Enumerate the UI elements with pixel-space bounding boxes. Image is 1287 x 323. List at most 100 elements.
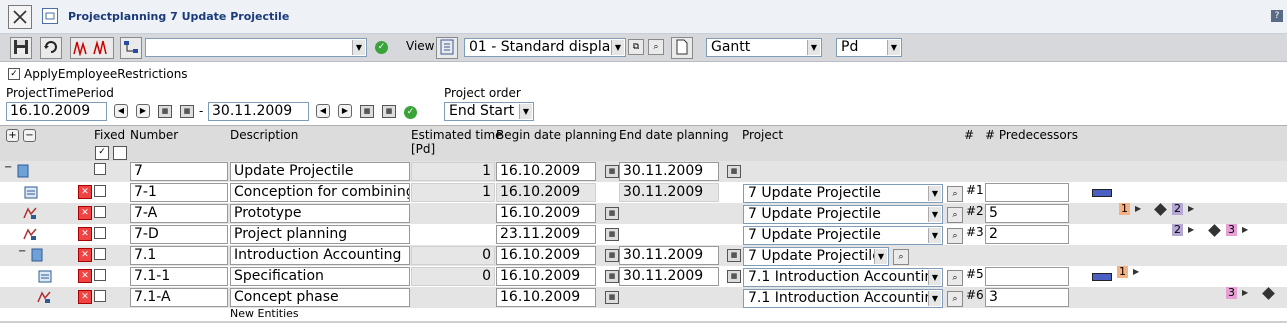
col-estimated-time[interactable]: Estimated time — [411, 128, 503, 142]
delete-icon[interactable]: ✕ — [78, 290, 92, 304]
predecessors-field[interactable]: 5 — [985, 204, 1069, 223]
col-predecessors[interactable]: # Predecessors — [985, 128, 1078, 142]
number-field[interactable]: 7.1-A — [130, 288, 228, 307]
project-select[interactable]: 7.1 Introduction Accounting ▼ — [743, 268, 943, 287]
fixed-checkbox[interactable] — [94, 227, 106, 239]
collapse-all-icon[interactable]: − — [23, 129, 36, 142]
apply-restrictions-checkbox[interactable]: ✓ — [8, 68, 20, 80]
gantt-milestone[interactable] — [1208, 224, 1221, 237]
col-begin-date[interactable]: Begin date planning — [496, 128, 617, 142]
collapse-icon[interactable]: − — [18, 246, 26, 257]
calendar-icon[interactable]: ▦ — [605, 207, 619, 220]
calendar-icon[interactable]: ▦ — [727, 249, 741, 262]
link-tasks-icon[interactable] — [120, 37, 142, 59]
copy-view-icon[interactable]: ⧉ — [628, 39, 644, 55]
begin-date-field[interactable]: 16.10.2009 — [496, 204, 596, 223]
project-select[interactable]: 7.1 Introduction Accounting ▼ — [743, 289, 943, 308]
period-from-input[interactable]: 16.10.2009 — [6, 102, 107, 121]
begin-date-field[interactable]: 16.10.2009 — [496, 246, 596, 265]
refresh-icon[interactable] — [40, 37, 62, 59]
calendar-icon[interactable]: ▦ — [360, 105, 374, 118]
begin-date-field[interactable]: 23.11.2009 — [496, 225, 596, 244]
gantt-milestone[interactable] — [1262, 287, 1275, 300]
col-description[interactable]: Description — [230, 128, 298, 142]
predecessors-field[interactable] — [985, 183, 1069, 202]
delete-icon[interactable]: ✕ — [78, 185, 92, 199]
fixed-all-checkbox[interactable]: ✓ — [95, 146, 109, 160]
expand-all-icon[interactable]: + — [6, 129, 19, 142]
help-icon[interactable]: ? — [1271, 10, 1283, 22]
search-view-icon[interactable]: ⌕ — [648, 39, 664, 55]
capacity-chart-icon[interactable] — [70, 37, 114, 59]
description-field[interactable]: Conception for combining P — [230, 183, 410, 202]
unit-select[interactable]: Pd ▼ — [836, 38, 902, 57]
number-field[interactable]: 7.1 — [130, 246, 228, 265]
collapse-icon[interactable]: − — [4, 162, 12, 173]
col-end-date[interactable]: End date planning — [619, 128, 729, 142]
prev-date-icon[interactable]: ◀ — [316, 104, 330, 118]
col-project[interactable]: Project — [742, 128, 783, 142]
fixed-checkbox[interactable] — [94, 248, 106, 260]
gantt-milestone[interactable] — [1154, 203, 1167, 216]
calendar-icon[interactable]: ▦ — [727, 165, 741, 178]
order-select[interactable]: End Start ▼ — [444, 102, 534, 121]
calendar-icon[interactable]: ▦ — [727, 270, 741, 283]
calendar-icon[interactable]: ▦ — [158, 105, 172, 118]
end-date-field[interactable]: 30.11.2009 — [619, 162, 719, 181]
next-date-icon[interactable]: ▶ — [136, 104, 150, 118]
description-field[interactable]: Prototype — [230, 204, 410, 223]
filter-select[interactable]: ▼ — [145, 38, 367, 57]
new-entities-label[interactable]: New Entities — [230, 307, 299, 320]
calendar-icon[interactable]: ▦ — [605, 249, 619, 262]
period-to-input[interactable]: 30.11.2009 — [208, 102, 309, 121]
calendar-range-icon[interactable]: ▦ — [180, 105, 194, 118]
fixed-checkbox[interactable] — [94, 206, 106, 218]
apply-period-icon[interactable]: ✓ — [404, 106, 417, 119]
search-icon[interactable]: ⌕ — [947, 207, 963, 223]
description-field[interactable]: Introduction Accounting — [230, 246, 410, 265]
fixed-checkbox[interactable] — [94, 290, 106, 302]
delete-icon[interactable]: ✕ — [78, 227, 92, 241]
description-field[interactable]: Project planning — [230, 225, 410, 244]
description-field[interactable]: Update Projectile — [230, 162, 410, 181]
prev-date-icon[interactable]: ◀ — [114, 104, 128, 118]
project-select[interactable]: 7 Update Projectile ▼ — [743, 184, 943, 203]
end-date-field[interactable]: 30.11.2009 — [619, 267, 719, 286]
delete-icon[interactable]: ✕ — [78, 248, 92, 262]
gantt-bar[interactable] — [1092, 273, 1112, 281]
number-field[interactable]: 7.1-1 — [130, 267, 228, 286]
apply-filter-icon[interactable]: ✓ — [375, 41, 388, 54]
delete-icon[interactable]: ✕ — [78, 269, 92, 283]
fixed-checkbox[interactable] — [94, 269, 106, 281]
end-date-field[interactable]: 30.11.2009 — [619, 246, 719, 265]
display-mode-select[interactable]: Gantt ▼ — [706, 38, 822, 57]
predecessors-field[interactable]: 3 — [985, 288, 1069, 307]
fixed-none-checkbox[interactable] — [113, 146, 127, 160]
predecessors-field[interactable]: 2 — [985, 225, 1069, 244]
search-icon[interactable]: ⌕ — [893, 249, 909, 265]
description-field[interactable]: Concept phase — [230, 288, 410, 307]
number-field[interactable]: 7-A — [130, 204, 228, 223]
col-number[interactable]: Number — [130, 128, 178, 142]
calendar-icon[interactable]: ▦ — [605, 270, 619, 283]
calendar-icon[interactable]: ▦ — [605, 291, 619, 304]
view-select[interactable]: 01 - Standard display ▼ — [464, 38, 626, 57]
predecessors-field[interactable] — [985, 267, 1069, 286]
project-select[interactable]: 7 Update Projectile ▼ — [743, 247, 889, 266]
gantt-bar[interactable] — [1092, 189, 1112, 197]
calendar-icon[interactable]: ▦ — [605, 228, 619, 241]
next-date-icon[interactable]: ▶ — [338, 104, 352, 118]
begin-date-field[interactable]: 16.10.2009 — [496, 162, 596, 181]
calendar-range-icon[interactable]: ▦ — [382, 105, 396, 118]
project-select[interactable]: 7 Update Projectile ▼ — [743, 226, 943, 245]
view-settings-icon[interactable] — [436, 37, 458, 59]
project-select[interactable]: 7 Update Projectile ▼ — [743, 205, 943, 224]
description-field[interactable]: Specification — [230, 267, 410, 286]
search-icon[interactable]: ⌕ — [947, 186, 963, 202]
delete-icon[interactable]: ✕ — [78, 206, 92, 220]
close-icon[interactable] — [8, 5, 32, 29]
calendar-icon[interactable]: ▦ — [605, 165, 619, 178]
begin-date-field[interactable]: 16.10.2009 — [496, 267, 596, 286]
fixed-checkbox[interactable] — [94, 185, 106, 197]
number-field[interactable]: 7-D — [130, 225, 228, 244]
